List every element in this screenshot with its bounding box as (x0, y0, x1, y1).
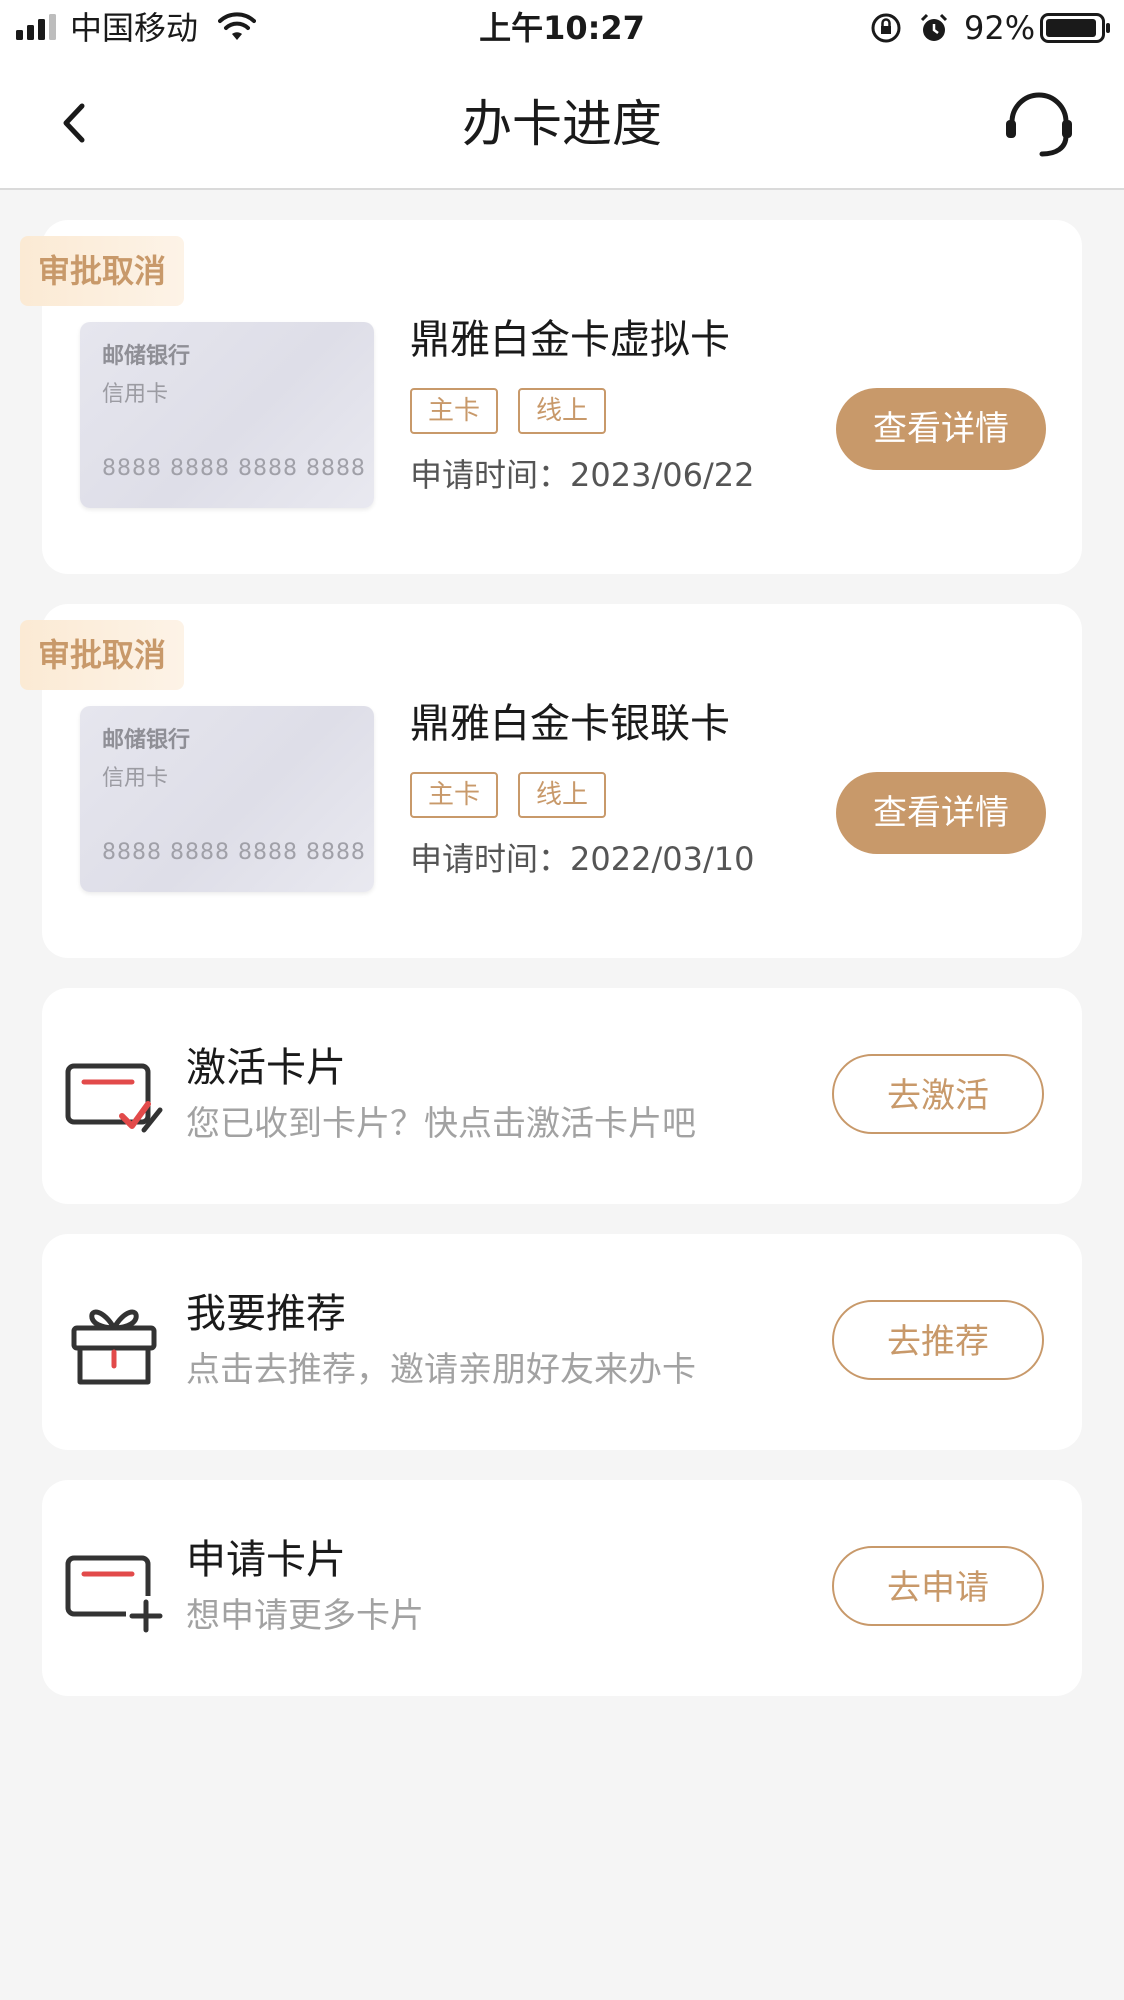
apply-description: 想申请更多卡片 (186, 1596, 424, 1636)
apply-card-panel: 申请卡片 想申请更多卡片 去申请 (42, 1480, 1082, 1696)
card-number: 8888 8888 8888 8888 (102, 840, 366, 865)
headset-icon[interactable] (1002, 88, 1076, 160)
activate-button[interactable]: 去激活 (832, 1054, 1044, 1134)
alarm-icon (920, 13, 948, 41)
card-number: 8888 8888 8888 8888 (102, 456, 366, 481)
rotation-lock-icon (871, 13, 901, 43)
application-card: 审批取消 邮储银行 信用卡 8888 8888 8888 8888 鼎雅白金卡银… (20, 604, 1082, 958)
activate-card-panel: 激活卡片 您已收到卡片？快点击激活卡片吧 去激活 (42, 988, 1082, 1204)
apply-time: 申请时间：2023/06/22 (410, 456, 755, 494)
credit-card-image: 邮储银行 信用卡 8888 8888 8888 8888 (80, 706, 374, 892)
gift-icon (71, 1309, 157, 1385)
view-details-button[interactable]: 查看详情 (836, 388, 1046, 470)
credit-card-image: 邮储银行 信用卡 8888 8888 8888 8888 (80, 322, 374, 508)
activate-title: 激活卡片 (186, 1045, 346, 1091)
battery-percent: 92% (964, 9, 1036, 47)
status-badge: 审批取消 (20, 236, 184, 306)
status-badge: 审批取消 (20, 620, 184, 690)
recommend-button[interactable]: 去推荐 (832, 1300, 1044, 1380)
view-details-button[interactable]: 查看详情 (836, 772, 1046, 854)
clock-time: 上午10:27 (479, 9, 645, 47)
card-type-label: 信用卡 (102, 766, 169, 791)
card-product-name: 鼎雅白金卡银联卡 (410, 701, 730, 747)
card-add-icon (65, 1555, 163, 1633)
tag-online: 线上 (518, 772, 606, 818)
card-check-icon (65, 1063, 163, 1133)
recommend-panel: 我要推荐 点击去推荐，邀请亲朋好友来办卡 去推荐 (42, 1234, 1082, 1450)
card-bank-label: 邮储银行 (102, 344, 191, 369)
tag-primary-card: 主卡 (410, 772, 498, 818)
nav-bar: 办卡进度 (0, 58, 1124, 190)
activate-description: 您已收到卡片？快点击激活卡片吧 (186, 1104, 696, 1144)
apply-time: 申请时间：2022/03/10 (410, 840, 755, 878)
apply-title: 申请卡片 (186, 1537, 346, 1583)
tag-primary-card: 主卡 (410, 388, 498, 434)
card-type-label: 信用卡 (102, 382, 169, 407)
tag-online: 线上 (518, 388, 606, 434)
card-bank-label: 邮储银行 (102, 728, 191, 753)
recommend-title: 我要推荐 (186, 1291, 346, 1337)
battery-icon (1040, 13, 1110, 43)
card-product-name: 鼎雅白金卡虚拟卡 (410, 317, 730, 363)
application-card: 审批取消 邮储银行 信用卡 8888 8888 8888 8888 鼎雅白金卡虚… (20, 220, 1082, 574)
recommend-description: 点击去推荐，邀请亲朋好友来办卡 (186, 1350, 696, 1390)
status-bar: 中国移动 上午10:27 92% (0, 0, 1124, 58)
page-title: 办卡进度 (462, 95, 662, 153)
apply-button[interactable]: 去申请 (832, 1546, 1044, 1626)
